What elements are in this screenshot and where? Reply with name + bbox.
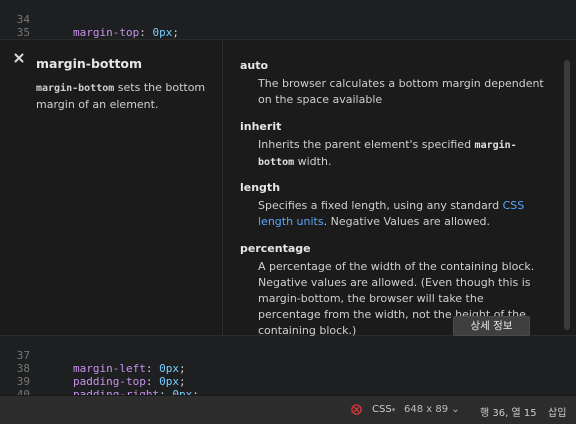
value-name: percentage — [240, 242, 311, 255]
cursor-position[interactable]: 행 36, 열 15 — [480, 404, 537, 419]
value-name: length — [240, 181, 281, 194]
value-description: Inherits the parent element's specified … — [258, 138, 517, 168]
quick-docs-panel: margin-bottom margin-bottom sets the bot… — [0, 39, 576, 336]
code-line[interactable]: 34 margin-top: 0px; — [0, 0, 576, 39]
caret-down-icon: ▾ — [391, 406, 396, 414]
summary-code: margin-bottom — [36, 83, 115, 94]
language-selector[interactable]: CSS▾ — [372, 404, 395, 415]
code-line[interactable]: 40 padding-bottom: 0px; — [0, 375, 576, 395]
code-line[interactable]: 37 margin-left: 0px; — [0, 336, 576, 375]
error-icon[interactable] — [351, 404, 362, 415]
status-bar: CSS▾ 648 x 89 ⌄ 행 36, 열 15 삽입 — [0, 395, 576, 424]
code-line[interactable]: 39 padding-right: 0px; — [0, 362, 576, 395]
docs-title: margin-bottom — [36, 56, 143, 71]
code-editor-top[interactable]: 34 margin-top: 0px; 35 margin-right: 0px… — [0, 0, 576, 39]
docs-scrollbar[interactable] — [564, 60, 570, 330]
value-name: auto — [240, 59, 269, 72]
code-line[interactable]: 41 padding-left: 0px; — [0, 388, 576, 395]
more-info-button[interactable]: 상세 정보 — [453, 316, 530, 336]
close-icon[interactable] — [13, 49, 25, 63]
value-description: Specifies a fixed length, using any stan… — [258, 199, 525, 228]
code-line[interactable]: 38 padding-top: 0px; — [0, 349, 576, 388]
chevron-down-icon: ⌄ — [451, 404, 460, 415]
code-line[interactable]: 35 margin-right: 0px; — [0, 13, 576, 39]
selection-size[interactable]: 648 x 89 ⌄ — [404, 404, 460, 415]
code-editor-bottom[interactable]: 37 margin-left: 0px; 38 padding-top: 0px… — [0, 336, 576, 395]
docs-summary-pane: margin-bottom margin-bottom sets the bot… — [0, 40, 223, 336]
value-description: The browser calculates a bottom margin d… — [258, 77, 544, 106]
docs-values-pane[interactable]: auto The browser calculates a bottom mar… — [224, 40, 560, 336]
docs-summary: margin-bottom sets the bottom margin of … — [36, 80, 216, 113]
code-line[interactable]: 36 margin-bottom: 0px; — [0, 26, 576, 39]
insert-mode-toggle[interactable]: 삽입 — [548, 404, 566, 419]
value-name: inherit — [240, 120, 282, 133]
